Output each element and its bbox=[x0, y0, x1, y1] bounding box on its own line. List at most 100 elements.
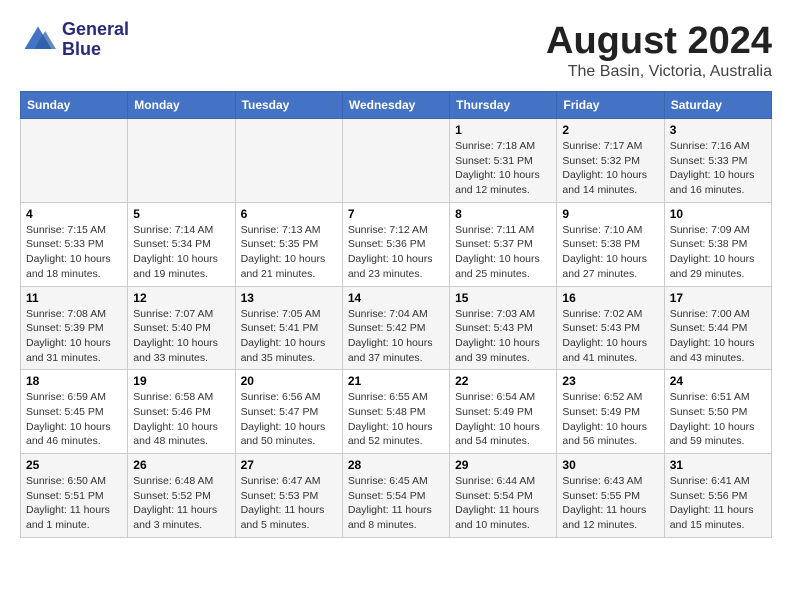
logo-line1: General bbox=[62, 20, 129, 40]
subtitle: The Basin, Victoria, Australia bbox=[546, 63, 772, 81]
day-number: 6 bbox=[241, 207, 337, 221]
calendar-cell: 26 Sunrise: 6:48 AM Sunset: 5:52 PM Dayli… bbox=[128, 454, 235, 538]
week-row-2: 4Sunrise: 7:15 AM Sunset: 5:33 PM Daylig… bbox=[21, 202, 772, 286]
calendar-cell: 23 Sunrise: 6:52 AM Sunset: 5:49 PM Dayli… bbox=[557, 370, 664, 454]
day-number: 18 bbox=[26, 374, 122, 388]
day-number: 7 bbox=[348, 207, 444, 221]
day-number: 29 bbox=[455, 458, 551, 472]
calendar-cell: 3Sunrise: 7:16 AM Sunset: 5:33 PM Daylig… bbox=[664, 119, 771, 203]
title-block: August 2024 The Basin, Victoria, Austral… bbox=[546, 20, 772, 81]
day-number: 28 bbox=[348, 458, 444, 472]
day-number: 12 bbox=[133, 291, 229, 305]
calendar-cell: 28 Sunrise: 6:45 AM Sunset: 5:54 PM Dayli… bbox=[342, 454, 449, 538]
day-info: Sunrise: 6:45 AM Sunset: 5:54 PM Dayligh… bbox=[348, 474, 444, 533]
day-info: Sunrise: 7:12 AM Sunset: 5:36 PM Dayligh… bbox=[348, 223, 444, 282]
day-number: 27 bbox=[241, 458, 337, 472]
day-number: 2 bbox=[562, 123, 658, 137]
day-info: Sunrise: 6:50 AM Sunset: 5:51 PM Dayligh… bbox=[26, 474, 122, 533]
day-info: Sunrise: 6:44 AM Sunset: 5:54 PM Dayligh… bbox=[455, 474, 551, 533]
day-number: 21 bbox=[348, 374, 444, 388]
day-info: Sunrise: 7:02 AM Sunset: 5:43 PM Dayligh… bbox=[562, 307, 658, 366]
day-info: Sunrise: 7:09 AM Sunset: 5:38 PM Dayligh… bbox=[670, 223, 766, 282]
calendar-cell: 4Sunrise: 7:15 AM Sunset: 5:33 PM Daylig… bbox=[21, 202, 128, 286]
day-info: Sunrise: 6:47 AM Sunset: 5:53 PM Dayligh… bbox=[241, 474, 337, 533]
day-number: 26 bbox=[133, 458, 229, 472]
day-number: 13 bbox=[241, 291, 337, 305]
calendar-cell: 20 Sunrise: 6:56 AM Sunset: 5:47 PM Dayli… bbox=[235, 370, 342, 454]
header-tuesday: Tuesday bbox=[235, 92, 342, 119]
calendar-cell: 16 Sunrise: 7:02 AM Sunset: 5:43 PM Dayli… bbox=[557, 286, 664, 370]
day-number: 31 bbox=[670, 458, 766, 472]
day-info: Sunrise: 7:07 AM Sunset: 5:40 PM Dayligh… bbox=[133, 307, 229, 366]
calendar-cell: 1Sunrise: 7:18 AM Sunset: 5:31 PM Daylig… bbox=[450, 119, 557, 203]
day-number: 23 bbox=[562, 374, 658, 388]
day-number: 14 bbox=[348, 291, 444, 305]
calendar-cell: 17 Sunrise: 7:00 AM Sunset: 5:44 PM Dayli… bbox=[664, 286, 771, 370]
header-thursday: Thursday bbox=[450, 92, 557, 119]
calendar-cell: 10 Sunrise: 7:09 AM Sunset: 5:38 PM Dayli… bbox=[664, 202, 771, 286]
day-number: 9 bbox=[562, 207, 658, 221]
day-info: Sunrise: 7:14 AM Sunset: 5:34 PM Dayligh… bbox=[133, 223, 229, 282]
logo: General Blue bbox=[20, 20, 129, 60]
calendar-cell: 18Sunrise: 6:59 AM Sunset: 5:45 PM Dayli… bbox=[21, 370, 128, 454]
calendar-cell: 31Sunrise: 6:41 AM Sunset: 5:56 PM Dayli… bbox=[664, 454, 771, 538]
day-number: 20 bbox=[241, 374, 337, 388]
logo-icon bbox=[20, 22, 56, 58]
day-number: 22 bbox=[455, 374, 551, 388]
calendar-cell bbox=[342, 119, 449, 203]
calendar-cell: 24 Sunrise: 6:51 AM Sunset: 5:50 PM Dayli… bbox=[664, 370, 771, 454]
day-info: Sunrise: 7:05 AM Sunset: 5:41 PM Dayligh… bbox=[241, 307, 337, 366]
main-title: August 2024 bbox=[546, 20, 772, 63]
page-header: General Blue August 2024 The Basin, Vict… bbox=[20, 20, 772, 81]
calendar-cell: 11Sunrise: 7:08 AM Sunset: 5:39 PM Dayli… bbox=[21, 286, 128, 370]
calendar-cell bbox=[21, 119, 128, 203]
calendar-header-row: SundayMondayTuesdayWednesdayThursdayFrid… bbox=[21, 92, 772, 119]
day-info: Sunrise: 7:00 AM Sunset: 5:44 PM Dayligh… bbox=[670, 307, 766, 366]
day-info: Sunrise: 6:43 AM Sunset: 5:55 PM Dayligh… bbox=[562, 474, 658, 533]
day-number: 10 bbox=[670, 207, 766, 221]
calendar-cell: 30 Sunrise: 6:43 AM Sunset: 5:55 PM Dayli… bbox=[557, 454, 664, 538]
day-number: 3 bbox=[670, 123, 766, 137]
header-wednesday: Wednesday bbox=[342, 92, 449, 119]
calendar-cell: 14 Sunrise: 7:04 AM Sunset: 5:42 PM Dayli… bbox=[342, 286, 449, 370]
calendar-cell: 2 Sunrise: 7:17 AM Sunset: 5:32 PM Daylig… bbox=[557, 119, 664, 203]
day-info: Sunrise: 7:03 AM Sunset: 5:43 PM Dayligh… bbox=[455, 307, 551, 366]
week-row-4: 18Sunrise: 6:59 AM Sunset: 5:45 PM Dayli… bbox=[21, 370, 772, 454]
day-info: Sunrise: 6:56 AM Sunset: 5:47 PM Dayligh… bbox=[241, 390, 337, 449]
calendar-cell: 29 Sunrise: 6:44 AM Sunset: 5:54 PM Dayli… bbox=[450, 454, 557, 538]
day-info: Sunrise: 7:15 AM Sunset: 5:33 PM Dayligh… bbox=[26, 223, 122, 282]
calendar-cell: 12 Sunrise: 7:07 AM Sunset: 5:40 PM Dayli… bbox=[128, 286, 235, 370]
day-info: Sunrise: 7:11 AM Sunset: 5:37 PM Dayligh… bbox=[455, 223, 551, 282]
calendar-cell: 8Sunrise: 7:11 AM Sunset: 5:37 PM Daylig… bbox=[450, 202, 557, 286]
day-number: 30 bbox=[562, 458, 658, 472]
day-info: Sunrise: 6:48 AM Sunset: 5:52 PM Dayligh… bbox=[133, 474, 229, 533]
calendar-cell: 13 Sunrise: 7:05 AM Sunset: 5:41 PM Dayli… bbox=[235, 286, 342, 370]
day-info: Sunrise: 6:54 AM Sunset: 5:49 PM Dayligh… bbox=[455, 390, 551, 449]
day-number: 19 bbox=[133, 374, 229, 388]
calendar-cell: 7 Sunrise: 7:12 AM Sunset: 5:36 PM Daylig… bbox=[342, 202, 449, 286]
week-row-3: 11Sunrise: 7:08 AM Sunset: 5:39 PM Dayli… bbox=[21, 286, 772, 370]
day-info: Sunrise: 7:17 AM Sunset: 5:32 PM Dayligh… bbox=[562, 139, 658, 198]
day-number: 16 bbox=[562, 291, 658, 305]
day-number: 17 bbox=[670, 291, 766, 305]
calendar-cell: 21 Sunrise: 6:55 AM Sunset: 5:48 PM Dayli… bbox=[342, 370, 449, 454]
day-number: 11 bbox=[26, 291, 122, 305]
day-info: Sunrise: 6:55 AM Sunset: 5:48 PM Dayligh… bbox=[348, 390, 444, 449]
day-info: Sunrise: 6:52 AM Sunset: 5:49 PM Dayligh… bbox=[562, 390, 658, 449]
calendar-cell bbox=[128, 119, 235, 203]
day-info: Sunrise: 6:58 AM Sunset: 5:46 PM Dayligh… bbox=[133, 390, 229, 449]
calendar-cell: 27 Sunrise: 6:47 AM Sunset: 5:53 PM Dayli… bbox=[235, 454, 342, 538]
day-number: 5 bbox=[133, 207, 229, 221]
calendar-cell: 25Sunrise: 6:50 AM Sunset: 5:51 PM Dayli… bbox=[21, 454, 128, 538]
calendar-cell: 5 Sunrise: 7:14 AM Sunset: 5:34 PM Daylig… bbox=[128, 202, 235, 286]
day-info: Sunrise: 7:18 AM Sunset: 5:31 PM Dayligh… bbox=[455, 139, 551, 198]
day-info: Sunrise: 6:51 AM Sunset: 5:50 PM Dayligh… bbox=[670, 390, 766, 449]
day-info: Sunrise: 7:04 AM Sunset: 5:42 PM Dayligh… bbox=[348, 307, 444, 366]
day-number: 15 bbox=[455, 291, 551, 305]
calendar-cell: 9Sunrise: 7:10 AM Sunset: 5:38 PM Daylig… bbox=[557, 202, 664, 286]
calendar-cell bbox=[235, 119, 342, 203]
day-number: 24 bbox=[670, 374, 766, 388]
calendar-table: SundayMondayTuesdayWednesdayThursdayFrid… bbox=[20, 91, 772, 538]
calendar-cell: 6Sunrise: 7:13 AM Sunset: 5:35 PM Daylig… bbox=[235, 202, 342, 286]
logo-line2: Blue bbox=[62, 40, 129, 60]
